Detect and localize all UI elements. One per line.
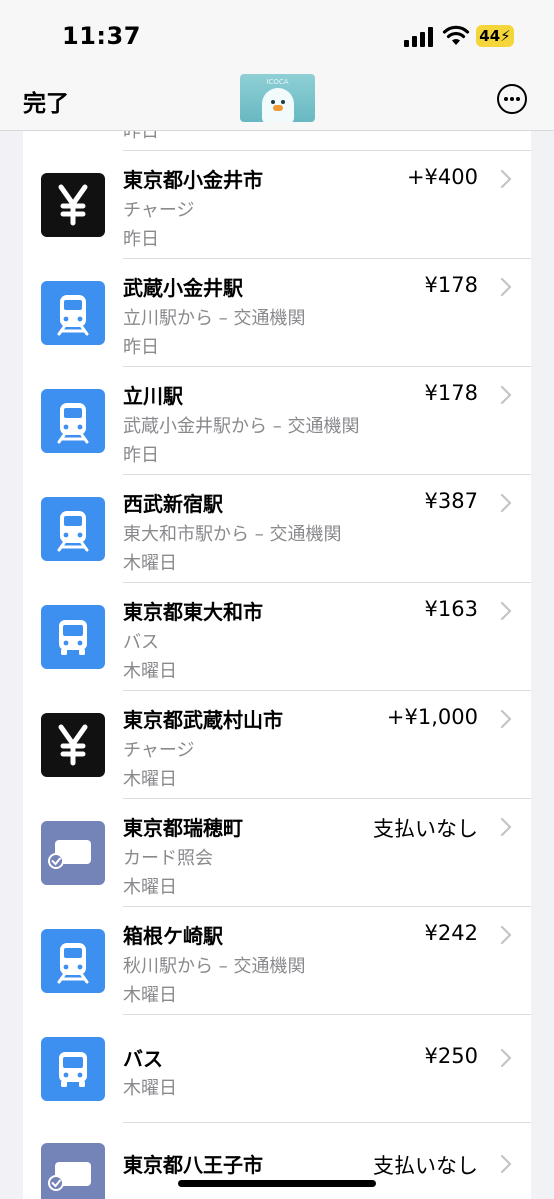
- status-time: 11:37: [62, 22, 141, 50]
- charging-bolt-icon: ⚡: [500, 27, 511, 45]
- bus-icon: [41, 1037, 105, 1101]
- transaction-title: 武蔵小金井駅: [123, 276, 243, 300]
- transaction-subtitle: 秋川駅から – 交通機関: [123, 956, 306, 977]
- transaction-title: バス: [123, 1047, 163, 1071]
- chevron-right-icon: [499, 168, 513, 190]
- chevron-right-icon: [499, 816, 513, 838]
- home-indicator[interactable]: [178, 1180, 376, 1187]
- chevron-right-icon: [499, 276, 513, 298]
- bus-icon: [41, 605, 105, 669]
- wifi-icon: [442, 25, 470, 45]
- transaction-amount: ¥387: [424, 489, 478, 513]
- transaction-list[interactable]: 東京都小金井市 支払い 昨日 -¥400 東京都小金井市 チャージ 昨日 +¥4…: [23, 70, 531, 1199]
- icoca-card-thumbnail[interactable]: ICOCA: [240, 74, 315, 122]
- chevron-right-icon: [499, 708, 513, 730]
- transaction-date: 昨日: [123, 445, 159, 466]
- card-brand-text: ICOCA: [266, 78, 289, 86]
- platypus-mascot-icon: [262, 88, 294, 122]
- card-check-icon: [41, 821, 105, 885]
- transaction-date: 木曜日: [123, 985, 177, 1006]
- transaction-amount: ¥242: [424, 921, 478, 945]
- chevron-right-icon: [499, 600, 513, 622]
- card-check-icon: [41, 1143, 105, 1199]
- transaction-subtitle: カード照会: [123, 848, 213, 869]
- transaction-title: 東京都東大和市: [123, 600, 263, 624]
- transaction-amount: 支払いなし: [373, 1154, 478, 1178]
- transaction-row[interactable]: 東京都八王子市 支払いなし: [23, 1121, 531, 1199]
- train-icon: [41, 497, 105, 561]
- transaction-date: 昨日: [123, 229, 159, 250]
- transaction-date: 木曜日: [123, 1078, 177, 1099]
- train-icon: [41, 389, 105, 453]
- transaction-amount: ¥178: [424, 381, 478, 405]
- chevron-right-icon: [499, 1153, 513, 1175]
- transaction-row[interactable]: 箱根ケ崎駅 秋川駅から – 交通機関 木曜日 ¥242: [23, 907, 531, 1015]
- transaction-date: 木曜日: [123, 769, 177, 790]
- transaction-title: 箱根ケ崎駅: [123, 924, 223, 948]
- transaction-subtitle: バス: [123, 632, 159, 653]
- transaction-date: 木曜日: [123, 877, 177, 898]
- transaction-amount: +¥400: [406, 165, 478, 189]
- transaction-title: 東京都瑞穂町: [123, 816, 243, 840]
- transaction-title: 東京都小金井市: [123, 168, 263, 192]
- transaction-date: 昨日: [123, 337, 159, 358]
- transaction-row[interactable]: 東京都小金井市 チャージ 昨日 +¥400: [23, 151, 531, 259]
- transaction-row[interactable]: 東京都東大和市 バス 木曜日 ¥163: [23, 583, 531, 691]
- transaction-amount: ¥163: [424, 597, 478, 621]
- transaction-title: 西武新宿駅: [123, 492, 223, 516]
- train-icon: [41, 929, 105, 993]
- transaction-title: 東京都八王子市: [123, 1153, 263, 1177]
- transaction-row[interactable]: 西武新宿駅 東大和市駅から – 交通機関 木曜日 ¥387: [23, 475, 531, 583]
- transaction-amount: +¥1,000: [386, 705, 478, 729]
- chevron-right-icon: [499, 492, 513, 514]
- battery-level: 44: [479, 27, 501, 45]
- chevron-right-icon: [499, 924, 513, 946]
- more-options-button[interactable]: [497, 84, 527, 114]
- transaction-row[interactable]: 東京都瑞穂町 カード照会 木曜日 支払いなし: [23, 799, 531, 907]
- nav-bar: 完了 ICOCA: [0, 70, 554, 131]
- transaction-date: 木曜日: [123, 661, 177, 682]
- transaction-title: 東京都武蔵村山市: [123, 708, 283, 732]
- status-bar: 11:37 44⚡: [0, 0, 554, 70]
- transaction-subtitle: 東大和市駅から – 交通機関: [123, 524, 342, 545]
- train-icon: [41, 281, 105, 345]
- transaction-row[interactable]: 武蔵小金井駅 立川駅から – 交通機関 昨日 ¥178: [23, 259, 531, 367]
- cellular-signal-icon: [404, 27, 433, 47]
- transaction-row[interactable]: 東京都武蔵村山市 チャージ 木曜日 +¥1,000: [23, 691, 531, 799]
- battery-indicator: 44⚡: [476, 25, 514, 47]
- transaction-amount: ¥250: [424, 1044, 478, 1068]
- transaction-row[interactable]: 立川駅 武蔵小金井駅から – 交通機関 昨日 ¥178: [23, 367, 531, 475]
- yen-icon: [41, 173, 105, 237]
- transaction-subtitle: チャージ: [123, 740, 195, 761]
- transaction-row[interactable]: バス 木曜日 ¥250: [23, 1015, 531, 1123]
- chevron-right-icon: [499, 384, 513, 406]
- transaction-title: 立川駅: [123, 384, 183, 408]
- chevron-right-icon: [499, 1047, 513, 1069]
- transaction-date: 木曜日: [123, 553, 177, 574]
- transaction-amount: ¥178: [424, 273, 478, 297]
- transaction-subtitle: 武蔵小金井駅から – 交通機関: [123, 416, 360, 437]
- yen-icon: [41, 713, 105, 777]
- transaction-subtitle: 立川駅から – 交通機関: [123, 308, 306, 329]
- transaction-amount: 支払いなし: [373, 817, 478, 841]
- done-button[interactable]: 完了: [23, 84, 69, 118]
- transaction-subtitle: チャージ: [123, 200, 195, 221]
